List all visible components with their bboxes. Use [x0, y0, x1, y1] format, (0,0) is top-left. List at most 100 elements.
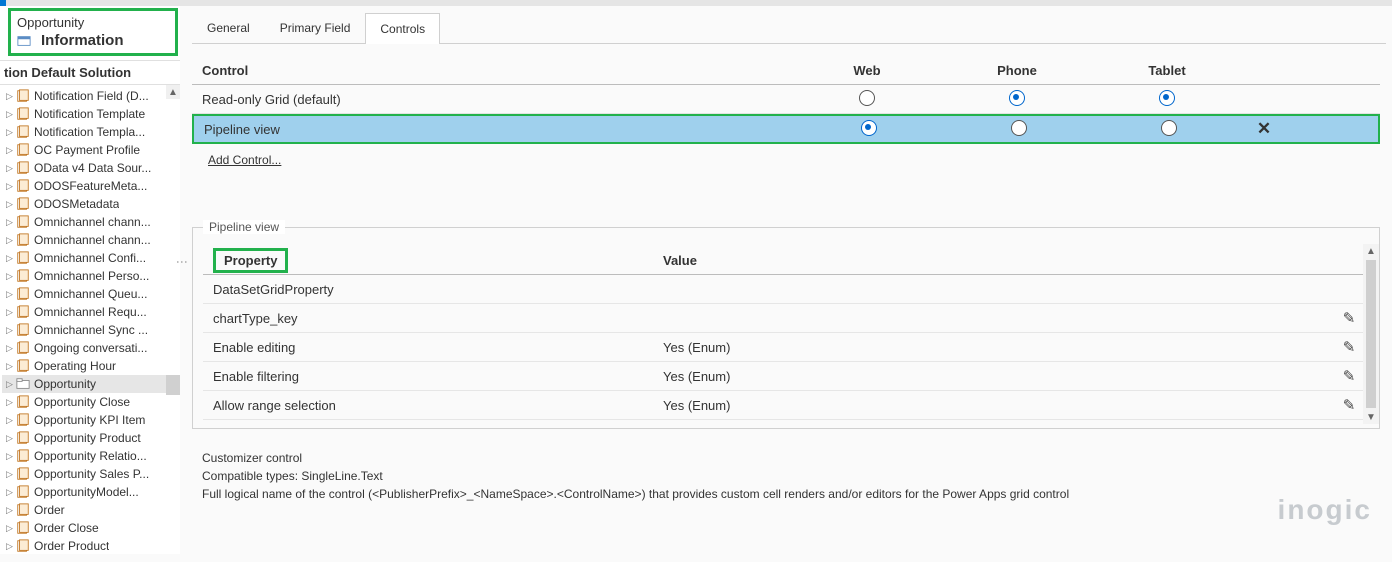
- expand-icon[interactable]: ▷: [6, 181, 14, 192]
- tree-item[interactable]: ▷ Omnichannel Perso...: [2, 267, 180, 285]
- tree-item[interactable]: ▷Opportunity Close: [2, 393, 180, 411]
- entity-icon: [16, 233, 30, 247]
- tree-item[interactable]: ▷Order Product: [2, 537, 180, 554]
- radio-tablet[interactable]: [1159, 90, 1175, 106]
- expand-icon[interactable]: ▷: [6, 109, 14, 120]
- expand-icon[interactable]: ▷: [6, 253, 14, 264]
- tree-item[interactable]: ▷ODOSMetadata: [2, 195, 180, 213]
- radio-web[interactable]: [861, 120, 877, 136]
- expand-icon[interactable]: ▷: [6, 127, 14, 138]
- edit-icon[interactable]: ✎: [1343, 368, 1356, 385]
- expand-icon[interactable]: ▷: [6, 145, 14, 156]
- control-row[interactable]: Read-only Grid (default): [192, 85, 1380, 114]
- expand-icon[interactable]: ▷: [6, 451, 14, 462]
- tree-item-label: Order: [34, 503, 65, 517]
- tree-item-label: Omnichannel Perso...: [34, 269, 149, 283]
- tree-item[interactable]: ▷Opportunity Product: [2, 429, 180, 447]
- expand-icon[interactable]: ▷: [6, 469, 14, 480]
- tree-item[interactable]: ▷ Notification Field (D...: [2, 87, 180, 105]
- property-row: Enable editingYes (Enum)✎: [203, 333, 1369, 362]
- tree-item[interactable]: ▷OpportunityModel...: [2, 483, 180, 501]
- tree-item[interactable]: ▷Omnichannel Requ...: [2, 303, 180, 321]
- tree-item[interactable]: ▷ Omnichannel Sync ...: [2, 321, 180, 339]
- tree-item-label: Notification Field (D...: [34, 89, 149, 103]
- entity-icon: [16, 467, 30, 481]
- edit-icon[interactable]: ✎: [1343, 339, 1356, 356]
- expand-icon[interactable]: ▷: [6, 361, 14, 372]
- expand-icon[interactable]: ▷: [6, 325, 14, 336]
- edit-icon[interactable]: ✎: [1343, 397, 1356, 414]
- expand-icon[interactable]: ▷: [6, 505, 14, 516]
- scroll-down-icon[interactable]: ▼: [1364, 410, 1378, 424]
- tree-item[interactable]: ▷OC Payment Profile: [2, 141, 180, 159]
- expand-icon[interactable]: ▷: [6, 217, 14, 228]
- expand-icon[interactable]: ▷: [6, 397, 14, 408]
- entity-icon: [16, 431, 30, 445]
- tree-item[interactable]: ▷Opportunity Sales P...: [2, 465, 180, 483]
- tree-item[interactable]: ▷Operating Hour: [2, 357, 180, 375]
- expand-icon[interactable]: ▷: [6, 235, 14, 246]
- tab-controls[interactable]: Controls: [365, 13, 440, 44]
- expand-icon[interactable]: ▷: [6, 91, 14, 102]
- tree-item-label: ODOSFeatureMeta...: [34, 179, 147, 193]
- expand-icon[interactable]: ▷: [6, 271, 14, 282]
- tree-item-label: Ongoing conversati...: [34, 341, 147, 355]
- solution-tree[interactable]: ▲ ▷Notification Field (D...▷Notification…: [0, 85, 180, 554]
- tree-item[interactable]: ▷ Ongoing conversati...: [2, 339, 180, 357]
- tree-scroll-thumb[interactable]: [166, 375, 180, 395]
- entity-icon: [16, 521, 30, 535]
- expand-icon[interactable]: ▷: [6, 379, 14, 390]
- scroll-up-icon[interactable]: ▲: [1364, 244, 1378, 258]
- remove-control-icon[interactable]: ✕: [1257, 119, 1271, 138]
- tree-item[interactable]: ▷ ODOSFeatureMeta...: [2, 177, 180, 195]
- expand-icon[interactable]: ▷: [6, 163, 14, 174]
- property-scrollbar[interactable]: ▲ ▼: [1363, 244, 1379, 424]
- expand-icon[interactable]: ▷: [6, 487, 14, 498]
- add-control-link[interactable]: Add Control...: [208, 152, 1380, 167]
- expand-icon[interactable]: ▷: [6, 433, 14, 444]
- tree-item[interactable]: ▷Order Close: [2, 519, 180, 537]
- radio-tablet[interactable]: [1161, 120, 1177, 136]
- radio-phone[interactable]: [1011, 120, 1027, 136]
- edit-icon[interactable]: ✎: [1343, 310, 1356, 327]
- tree-item[interactable]: ▷Opportunity KPI Item: [2, 411, 180, 429]
- tab-general[interactable]: General: [192, 12, 265, 43]
- property-value: Yes (Enum): [663, 369, 1329, 384]
- tree-item[interactable]: ▷Omnichannel chann...: [2, 213, 180, 231]
- tree-item[interactable]: ▷ Notification Template: [2, 105, 180, 123]
- tab-primary-field[interactable]: Primary Field: [265, 12, 366, 43]
- expand-icon[interactable]: ▷: [6, 415, 14, 426]
- tree-item-label: Opportunity: [34, 377, 96, 391]
- entity-icon: [16, 341, 30, 355]
- expand-icon[interactable]: ▷: [6, 541, 14, 552]
- col-web: Web: [792, 63, 942, 78]
- right-panel: GeneralPrimary FieldControls Control Web…: [180, 6, 1392, 554]
- tree-item[interactable]: ▷Omnichannel Queu...: [2, 285, 180, 303]
- radio-phone[interactable]: [1009, 90, 1025, 106]
- tree-scroll-up[interactable]: ▲: [166, 85, 180, 99]
- entity-icon: [16, 413, 30, 427]
- expand-icon[interactable]: ▷: [6, 523, 14, 534]
- scroll-thumb[interactable]: [1366, 260, 1376, 408]
- radio-web[interactable]: [859, 90, 875, 106]
- tree-item[interactable]: ▷Omnichannel Confi...: [2, 249, 180, 267]
- control-row[interactable]: Pipeline view✕: [192, 114, 1380, 144]
- entity-icon: [16, 179, 30, 193]
- expand-icon[interactable]: ▷: [6, 343, 14, 354]
- tree-item-label: Opportunity Relatio...: [34, 449, 147, 463]
- expand-icon[interactable]: ▷: [6, 289, 14, 300]
- tree-item[interactable]: ▷ Order: [2, 501, 180, 519]
- tree-item[interactable]: ▷Omnichannel chann...: [2, 231, 180, 249]
- tree-item[interactable]: ▷Notification Templa...: [2, 123, 180, 141]
- property-row: chartType_key✎: [203, 304, 1369, 333]
- tree-item[interactable]: ▷ Opportunity: [2, 375, 180, 393]
- expand-icon[interactable]: ▷: [6, 199, 14, 210]
- tree-item[interactable]: ▷ Opportunity Relatio...: [2, 447, 180, 465]
- tree-item-label: OData v4 Data Sour...: [34, 161, 151, 175]
- tree-item-label: Omnichannel Sync ...: [34, 323, 148, 337]
- property-name: Enable editing: [203, 340, 663, 355]
- tree-item[interactable]: ▷ OData v4 Data Sour...: [2, 159, 180, 177]
- tree-item-label: Notification Template: [34, 107, 145, 121]
- expand-icon[interactable]: ▷: [6, 307, 14, 318]
- entity-header-title: Information: [41, 32, 124, 49]
